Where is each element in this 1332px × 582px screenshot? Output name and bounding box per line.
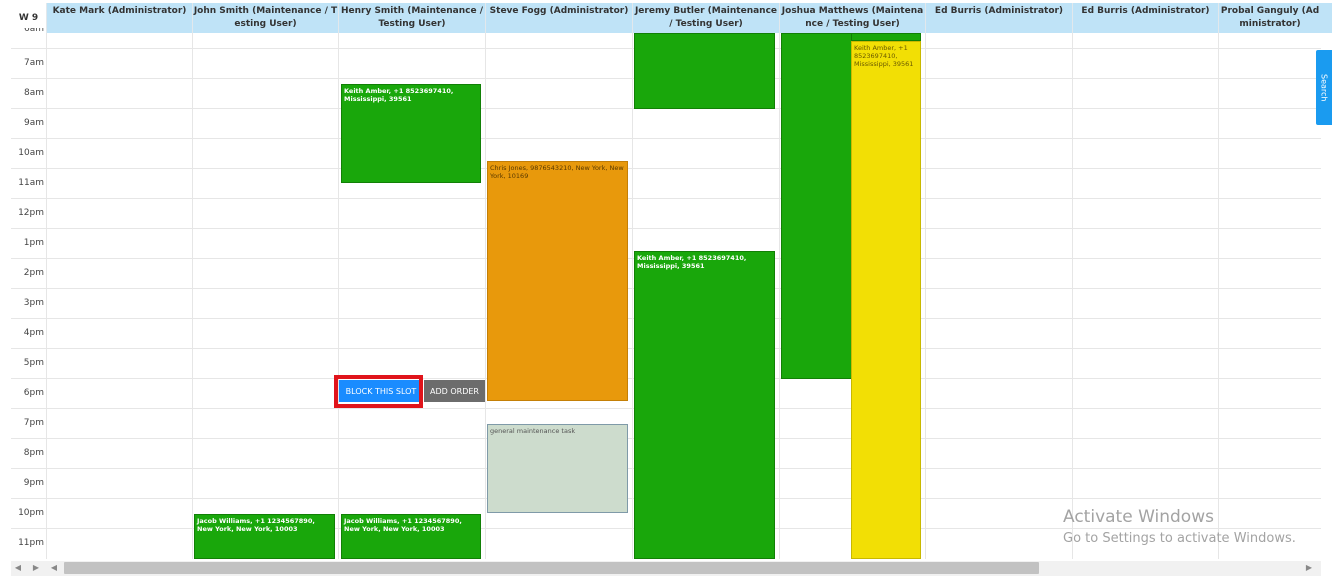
time-label: 7am xyxy=(23,58,44,68)
column-header: Ed Burris (Administrator) xyxy=(925,3,1072,33)
add-order-button[interactable]: ADD ORDER xyxy=(424,380,485,402)
time-label: 10am xyxy=(18,148,44,158)
time-label: 3pm xyxy=(23,298,44,308)
time-label: 8pm xyxy=(23,448,44,458)
column-divider xyxy=(1218,33,1219,559)
hour-gridline xyxy=(11,168,1321,169)
event-henry-night[interactable]: Jacob Williams, +1 1234567890, New York,… xyxy=(341,514,481,559)
activate-windows-title: Activate Windows xyxy=(1063,507,1214,527)
hour-gridline xyxy=(11,228,1321,229)
time-label: 11pm xyxy=(18,538,44,548)
scroll-left-icon[interactable]: ◀ xyxy=(13,562,23,574)
time-label: 7pm xyxy=(23,418,44,428)
scroll-left-arrow-icon[interactable]: ◀ xyxy=(49,562,59,574)
column-header: Kate Mark (Administrator) xyxy=(46,3,192,33)
scroll-right-icon[interactable]: ▶ xyxy=(31,562,41,574)
time-label: 6pm xyxy=(23,388,44,398)
column-header: Ed Burris (Administrator) xyxy=(1072,3,1218,33)
time-label: 12pm xyxy=(18,208,44,218)
time-label: 11am xyxy=(18,178,44,188)
column-header: Probal Ganguly (Administrator) xyxy=(1218,3,1321,33)
event-joshua-top-strip[interactable] xyxy=(851,33,921,41)
time-label: 9am xyxy=(23,118,44,128)
column-header: Joshua Matthews (Maintenance / Testing U… xyxy=(779,3,925,33)
column-divider xyxy=(779,33,780,559)
column-divider xyxy=(485,33,486,559)
scheduler-calendar: W 9 Kate Mark (Administrator) John Smith … xyxy=(0,0,1332,582)
column-header: Steve Fogg (Administrator) xyxy=(485,3,632,33)
column-divider xyxy=(46,33,47,559)
event-joshua-long[interactable] xyxy=(781,33,852,379)
hour-gridline xyxy=(11,138,1321,139)
column-header: John Smith (Maintenance / Testing User) xyxy=(192,3,338,33)
event-jeremy-morning[interactable] xyxy=(634,33,775,109)
time-label: 8am xyxy=(23,88,44,98)
column-divider xyxy=(338,33,339,559)
column-header: Henry Smith (Maintenance / Testing User) xyxy=(338,3,485,33)
column-divider xyxy=(192,33,193,559)
event-jeremy-afternoon[interactable]: Keith Amber, +1 8523697410, Mississippi,… xyxy=(634,251,775,559)
event-john-night[interactable]: Jacob Williams, +1 1234567890, New York,… xyxy=(194,514,335,559)
column-divider xyxy=(925,33,926,559)
scroll-right-arrow-icon[interactable]: ▶ xyxy=(1304,562,1314,574)
time-label: 6am xyxy=(23,28,44,34)
event-henry-morning[interactable]: Keith Amber, +1 8523697410, Mississippi,… xyxy=(341,84,481,183)
column-divider xyxy=(1072,33,1073,559)
highlight-box xyxy=(334,375,423,408)
time-label: 5pm xyxy=(23,358,44,368)
time-label: 4pm xyxy=(23,328,44,338)
time-label: 1pm xyxy=(23,238,44,248)
activate-windows-subtitle: Go to Settings to activate Windows. xyxy=(1063,531,1296,546)
event-joshua-keith-amber[interactable]: Keith Amber, +1 8523697410, Mississippi,… xyxy=(851,41,921,559)
event-steve-chris-jones[interactable]: Chris Jones, 9876543210, New York, New Y… xyxy=(487,161,628,401)
scrollbar-thumb[interactable] xyxy=(64,562,1039,574)
column-header: Jeremy Butler (Maintenance / Testing Use… xyxy=(632,3,779,33)
event-steve-maintenance[interactable]: general maintenance task xyxy=(487,424,628,513)
time-label: 10pm xyxy=(18,508,44,518)
time-label: 9pm xyxy=(23,478,44,488)
column-divider xyxy=(632,33,633,559)
hour-gridline xyxy=(11,198,1321,199)
search-tab[interactable]: Search xyxy=(1316,50,1332,125)
time-label: 2pm xyxy=(23,268,44,278)
